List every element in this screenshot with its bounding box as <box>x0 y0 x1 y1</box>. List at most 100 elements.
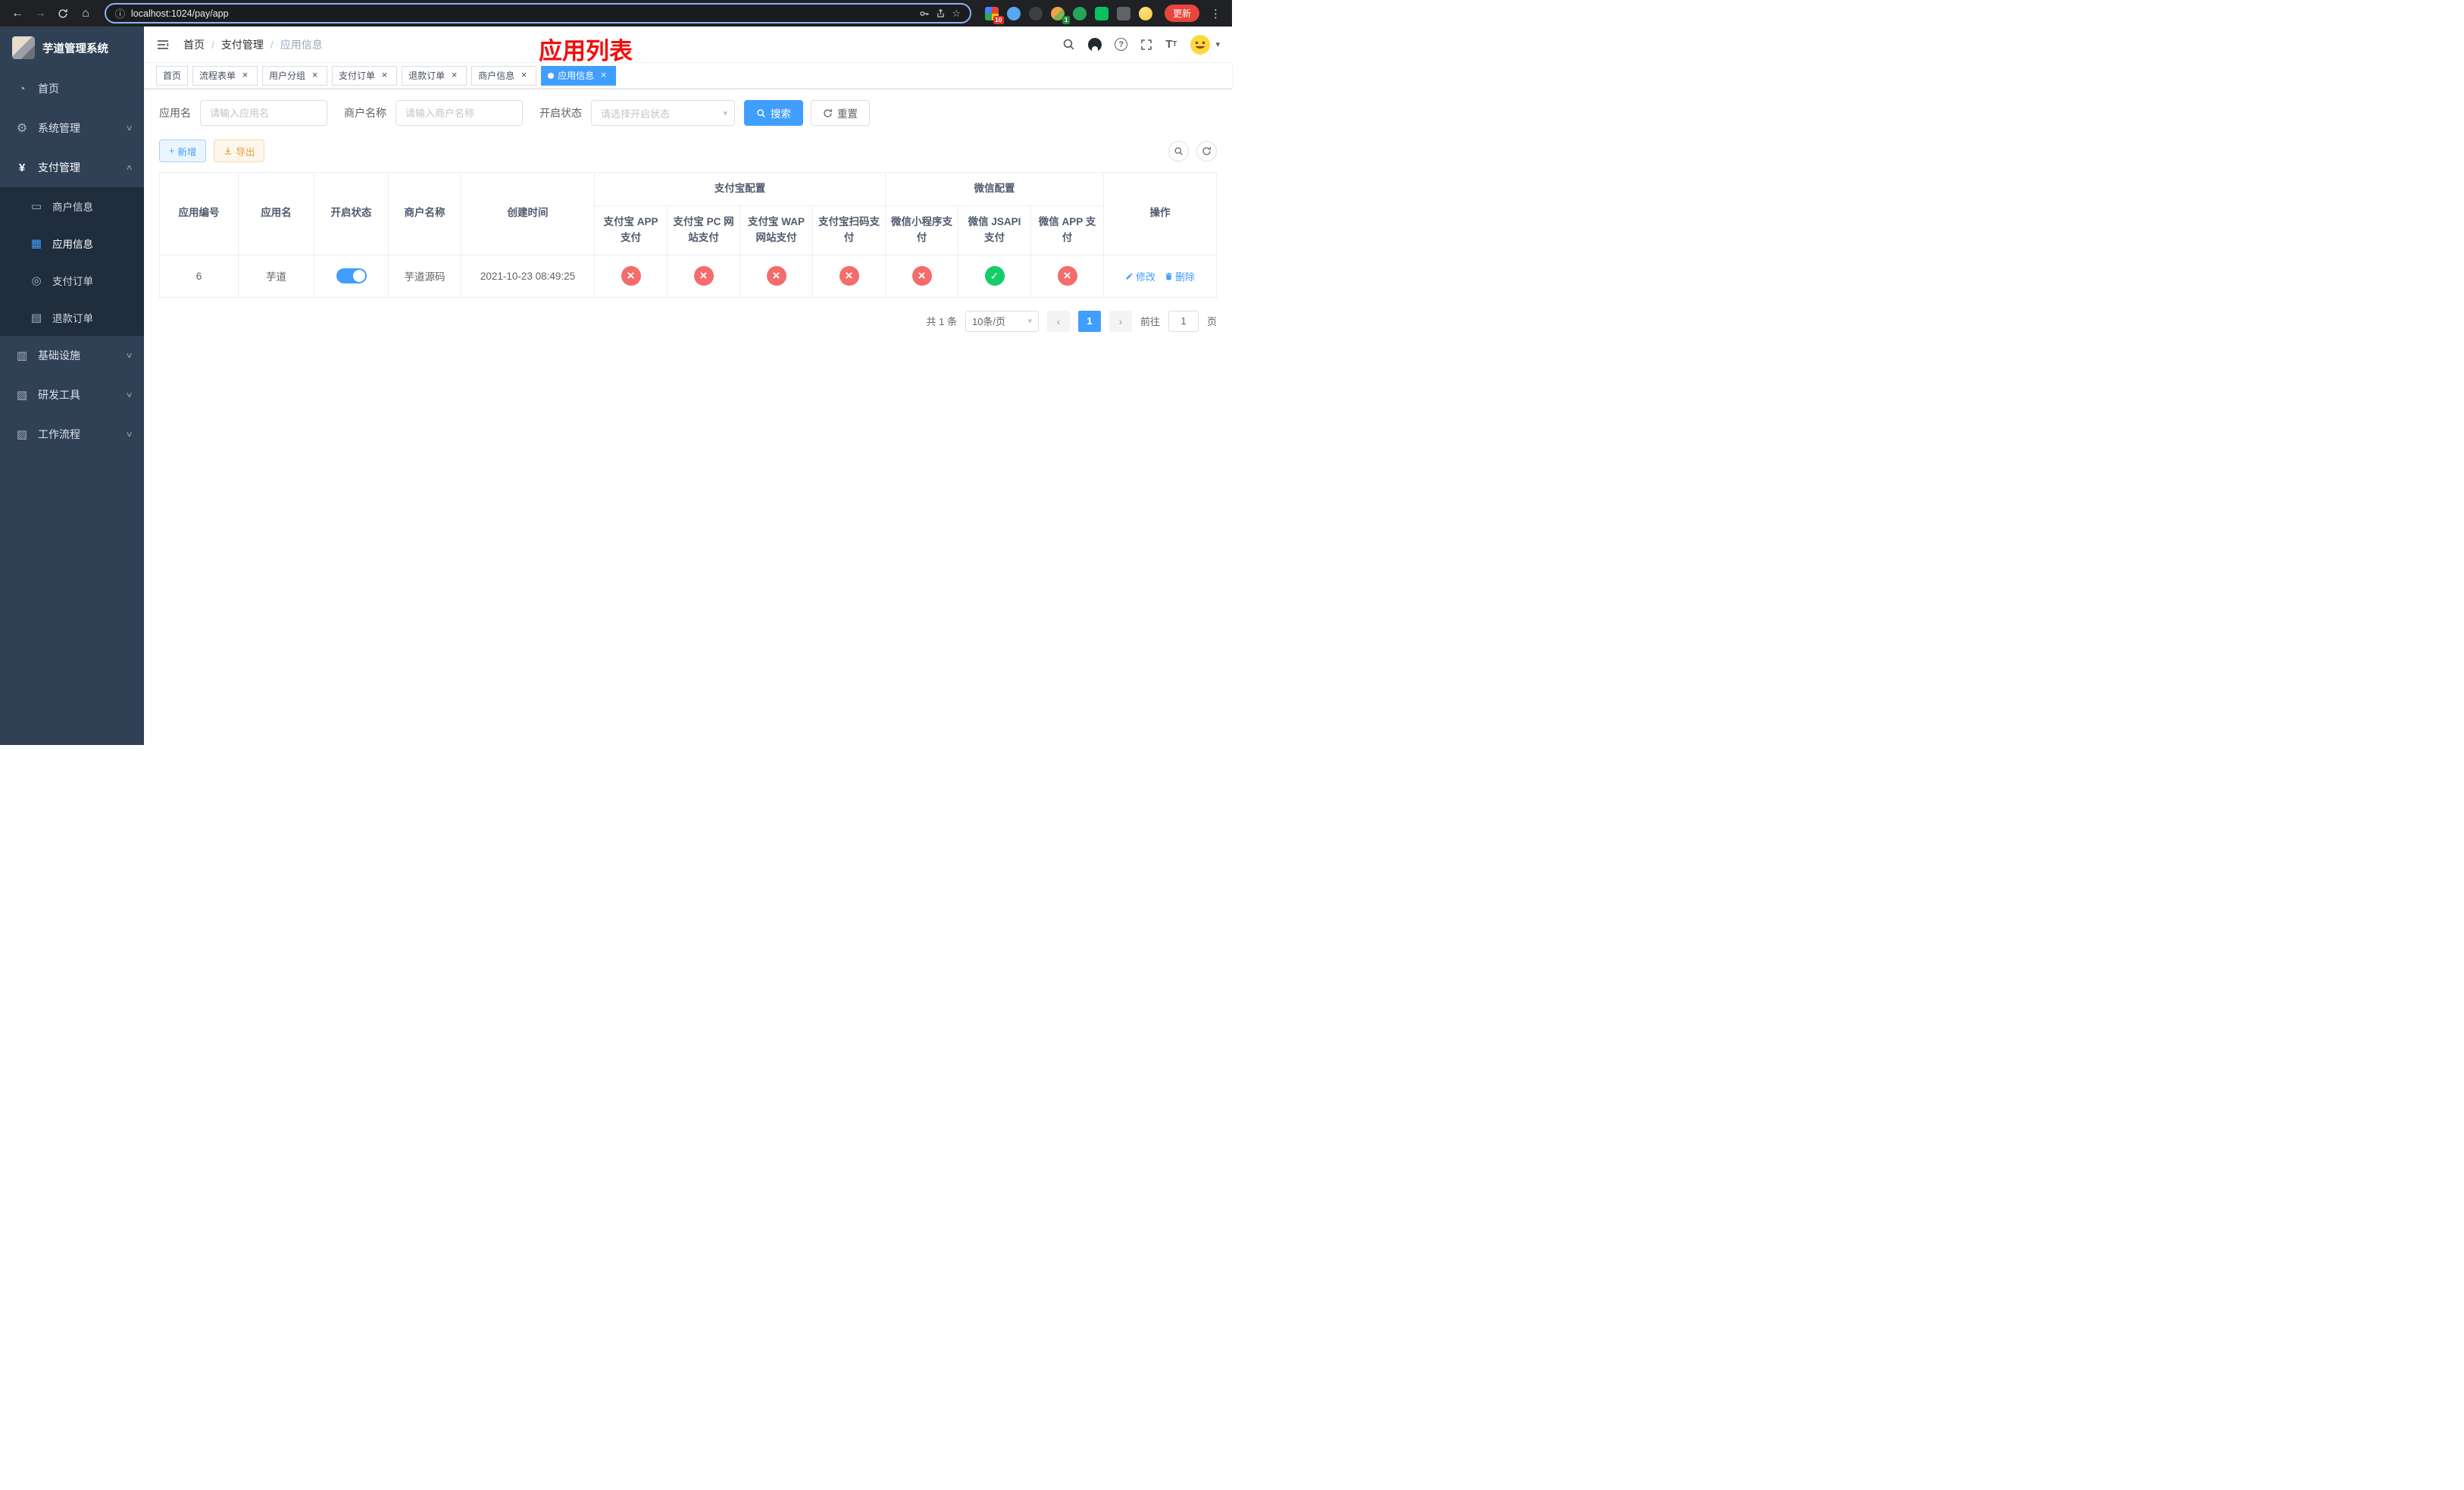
chrome-update-button[interactable]: 更新 <box>1164 5 1199 22</box>
search-button[interactable]: 搜索 <box>744 100 803 126</box>
close-icon[interactable]: × <box>239 70 251 81</box>
page-size-select[interactable]: 10条/页 ▾ <box>965 310 1039 332</box>
tab-user-group[interactable]: 用户分组 × <box>262 65 328 86</box>
share-icon[interactable] <box>936 8 946 18</box>
chevron-down-icon: ∨ <box>125 351 133 360</box>
sidebar-item-workflow[interactable]: 工作流程 ∨ <box>0 415 144 454</box>
sidebar-item-label: 首页 <box>38 83 59 95</box>
extension-profile-icon[interactable]: 1 <box>1050 6 1070 24</box>
col-header-alipay-qr: 支付宝扫码支付 <box>812 205 886 255</box>
sidebar-item-merchant-info[interactable]: 商户信息 <box>0 187 144 224</box>
extension-grid-icon[interactable]: 10 <box>984 6 1004 24</box>
tab-merchant-info[interactable]: 商户信息 × <box>471 65 537 86</box>
page-number-button[interactable]: 1 <box>1077 310 1101 332</box>
reset-button[interactable]: 重置 <box>811 100 870 126</box>
page-size-value: 10条/页 <box>971 316 1006 328</box>
payment-submenu: 商户信息 应用信息 支付订单 退款订单 <box>0 187 144 336</box>
browser-home-icon[interactable]: ⌂ <box>76 4 95 23</box>
url-text[interactable]: localhost:1024/pay/app <box>131 8 913 19</box>
merchant-name-input[interactable] <box>396 100 523 126</box>
next-page-button[interactable]: › <box>1108 310 1132 332</box>
browser-forward-icon[interactable]: → <box>30 4 50 23</box>
bookmark-star-icon[interactable]: ☆ <box>952 8 961 20</box>
font-size-icon[interactable]: TT <box>1165 38 1177 51</box>
sidebar-item-dev-tools[interactable]: 研发工具 ∨ <box>0 375 144 415</box>
toolbox-icon <box>15 388 29 402</box>
tab-process-form[interactable]: 流程表单 × <box>192 65 258 86</box>
close-icon[interactable]: × <box>379 70 390 81</box>
close-icon[interactable]: × <box>598 70 609 81</box>
prev-page-button[interactable]: ‹ <box>1046 310 1070 332</box>
card-icon <box>30 199 43 213</box>
refresh-table-button[interactable] <box>1196 140 1217 161</box>
sidebar-item-refund-orders[interactable]: 退款订单 <box>0 299 144 336</box>
goto-page-input[interactable] <box>1168 310 1199 332</box>
sidebar-item-label: 工作流程 <box>38 428 80 440</box>
grid-icon <box>30 236 43 250</box>
app-name-input[interactable] <box>200 100 327 126</box>
help-icon[interactable]: ? <box>1115 38 1128 51</box>
pencil-icon <box>1126 273 1133 280</box>
status-select-placeholder: 请选择开启状态 <box>601 108 671 120</box>
user-avatar[interactable]: ▾ <box>1190 34 1220 55</box>
extension-chat-icon[interactable] <box>1094 6 1108 20</box>
sidebar-item-pay-orders[interactable]: 支付订单 <box>0 261 144 299</box>
breadcrumb-separator: / <box>211 38 214 51</box>
delete-link[interactable]: 删除 <box>1165 269 1195 283</box>
app-logo[interactable]: 芋道管理系统 <box>0 27 144 69</box>
add-button[interactable]: + 新增 <box>159 139 207 162</box>
breadcrumb-home[interactable]: 首页 <box>183 37 205 52</box>
alipay-qr-status-icon <box>839 266 859 286</box>
alipay-app-status-icon <box>621 266 641 286</box>
fullscreen-icon[interactable] <box>1140 39 1152 51</box>
chevron-down-icon: ∨ <box>125 430 133 439</box>
sidebar-item-label: 系统管理 <box>38 122 80 134</box>
sidebar-item-home[interactable]: 首页 <box>0 69 144 108</box>
col-header-status: 开启状态 <box>314 172 389 255</box>
tab-app-info[interactable]: 应用信息 × <box>541 65 617 86</box>
alipay-pc-status-icon <box>693 266 714 286</box>
sidebar-item-payment[interactable]: 支付管理 ∧ <box>0 148 144 187</box>
status-label: 开启状态 <box>539 107 582 119</box>
close-icon[interactable]: × <box>518 70 530 81</box>
site-info-icon[interactable]: ⓘ <box>115 6 125 20</box>
sidebar-item-app-info[interactable]: 应用信息 <box>0 224 144 261</box>
address-bar[interactable]: ⓘ localhost:1024/pay/app ☆ <box>105 3 971 23</box>
search-icon <box>757 108 765 117</box>
browser-reload-icon[interactable] <box>53 4 73 23</box>
extension-dark-icon[interactable] <box>1028 6 1043 20</box>
extension-emoji-icon[interactable] <box>1138 6 1152 20</box>
extension-check-icon[interactable] <box>1072 6 1087 20</box>
status-toggle[interactable] <box>336 268 367 284</box>
status-select[interactable]: 请选择开启状态 ▾ <box>591 100 735 126</box>
extension-drop-icon[interactable] <box>1006 6 1021 20</box>
cell-status <box>314 254 389 298</box>
col-header-wx-app: 微信 APP 支付 <box>1030 205 1104 255</box>
tab-refund-orders[interactable]: 退款订单 × <box>402 65 467 86</box>
hamburger-icon[interactable] <box>156 38 170 52</box>
search-icon[interactable] <box>1062 38 1075 51</box>
extension-profile-badge: 1 <box>1062 15 1070 24</box>
browser-chrome: ← → ⌂ ⓘ localhost:1024/pay/app ☆ 10 1 更新… <box>0 0 1232 27</box>
edit-link[interactable]: 修改 <box>1125 269 1155 283</box>
breadcrumb-payment[interactable]: 支付管理 <box>221 37 264 52</box>
sidebar-item-infrastructure[interactable]: 基础设施 ∨ <box>0 336 144 375</box>
close-icon[interactable]: × <box>449 70 460 81</box>
tab-pay-orders[interactable]: 支付订单 × <box>332 65 398 86</box>
toggle-search-button[interactable] <box>1168 140 1189 161</box>
col-header-app-id: 应用编号 <box>159 172 239 255</box>
tab-home[interactable]: 首页 <box>156 65 189 86</box>
breadcrumb: 首页 / 支付管理 / 应用信息 <box>183 37 323 52</box>
browser-menu-icon[interactable]: ⋮ <box>1207 7 1224 20</box>
page-content: 应用名 商户名称 开启状态 请选择开启状态 ▾ 搜索 <box>144 89 1232 745</box>
plus-icon: + <box>169 146 175 156</box>
cell-app-name: 芋道 <box>238 254 314 298</box>
sidebar-item-system[interactable]: 系统管理 ∨ <box>0 108 144 148</box>
close-icon[interactable]: × <box>309 70 321 81</box>
export-button[interactable]: 导出 <box>214 139 265 162</box>
browser-back-icon[interactable]: ← <box>8 4 27 23</box>
extensions-puzzle-icon[interactable] <box>1116 6 1130 20</box>
password-key-icon[interactable] <box>919 8 930 19</box>
github-icon[interactable] <box>1088 37 1102 52</box>
dashboard-icon <box>15 83 29 95</box>
